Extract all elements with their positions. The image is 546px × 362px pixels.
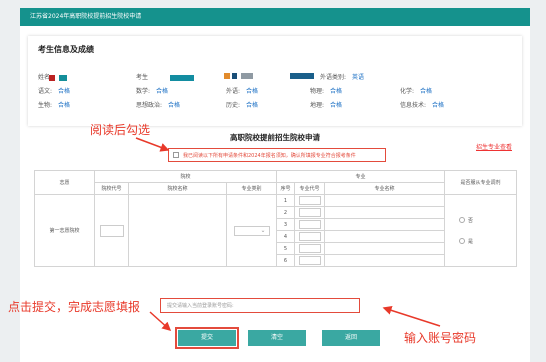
header-obey: 是否服从专业调剂 bbox=[444, 170, 517, 195]
obey-yes-radio[interactable] bbox=[459, 238, 465, 244]
score-chinese: 语文: 合格 bbox=[38, 88, 71, 95]
header-school-code: 院校代号 bbox=[94, 182, 129, 195]
table-subheader-row: 院校代号 院校名称 专业类别 序号 专业代号 专业名称 bbox=[35, 182, 517, 195]
application-form: 高职院校提前招生院校申请 招生专业查看 我已阅读以下所有申请条件和2024年报名… bbox=[34, 130, 517, 358]
redacted-field-2 bbox=[290, 72, 314, 79]
score-politics: 思想政治: 合格 bbox=[136, 102, 181, 109]
major-code-cell bbox=[294, 242, 325, 255]
major-code-cell bbox=[294, 218, 325, 231]
annotation-submit-hint: 点击提交，完成志愿填报 bbox=[8, 300, 141, 314]
redaction-mark bbox=[169, 74, 194, 81]
score-geography: 地理: 合格 bbox=[310, 102, 343, 109]
seq-cell: 1 bbox=[276, 194, 295, 207]
header-major-code: 专业代号 bbox=[294, 182, 325, 195]
school-code-input[interactable] bbox=[99, 224, 124, 237]
submit-button[interactable]: 提交 bbox=[175, 327, 239, 349]
major-code-cell bbox=[294, 194, 325, 207]
chevron-down-icon: ⌄ bbox=[260, 226, 266, 234]
major-code-input[interactable] bbox=[298, 196, 321, 205]
major-code-cell bbox=[294, 230, 325, 243]
header-major-name: 专业名称 bbox=[324, 182, 445, 195]
redaction-mark bbox=[231, 72, 237, 79]
student-info-card: 考生信息及成绩 姓名 考生 外语类别: 英语 语文: 合格 数学: 合格 外语:… bbox=[28, 36, 522, 126]
agreement-text: 我已阅读以下所有申请条件和2024年报名须知，确认所填报专业符合报考条件 bbox=[183, 153, 356, 159]
score-row-2: 生物: 合格 思想政治: 合格 历史: 合格 地理: 合格 信息技术: 合格 bbox=[38, 100, 512, 110]
major-name-cell bbox=[324, 206, 445, 219]
major-name-cell bbox=[324, 254, 445, 267]
score-math: 数学: 合格 bbox=[136, 88, 169, 95]
major-code-cell bbox=[294, 254, 325, 267]
school-name-cell bbox=[128, 194, 227, 267]
table-header-row: 志愿 院校 专业 是否服从专业调剂 bbox=[34, 170, 517, 195]
name-field: 姓名 bbox=[38, 72, 67, 81]
seq-cell: 3 bbox=[276, 218, 295, 231]
redaction-mark bbox=[58, 74, 67, 81]
redacted-field bbox=[224, 72, 253, 79]
category-select[interactable]: ⌄ bbox=[233, 225, 270, 236]
exam-number-field: 考生 bbox=[136, 72, 194, 81]
major-name-cell bbox=[324, 218, 445, 231]
seq-cell: 5 bbox=[276, 242, 295, 255]
major-name-cell bbox=[324, 230, 445, 243]
header-school: 院校 bbox=[94, 170, 277, 183]
major-code-input[interactable] bbox=[298, 208, 321, 217]
score-biology: 生物: 合格 bbox=[38, 102, 71, 109]
redaction-mark bbox=[48, 74, 55, 81]
info-section-title: 考生信息及成绩 bbox=[38, 45, 94, 54]
major-code-cell bbox=[294, 206, 325, 219]
volunteer-table: 志愿 院校 专业 是否服从专业调剂 院校代号 院校名称 专业类别 序号 专业代号… bbox=[34, 170, 517, 267]
major-code-input[interactable] bbox=[298, 232, 321, 241]
redaction-mark bbox=[224, 72, 230, 79]
header-major: 专业 bbox=[276, 170, 445, 183]
major-name-cell bbox=[324, 194, 445, 207]
header-order: 志愿 bbox=[34, 170, 95, 195]
agreement-checkbox[interactable] bbox=[173, 152, 179, 158]
category-cell: ⌄ bbox=[226, 194, 277, 267]
seq-cell: 4 bbox=[276, 230, 295, 243]
seq-cell: 2 bbox=[276, 206, 295, 219]
annotation-account-hint: 输入账号密码 bbox=[404, 331, 477, 345]
school-code-cell bbox=[94, 194, 129, 267]
clear-button[interactable]: 清空 bbox=[248, 330, 306, 346]
account-prompt: 提交请输入当前登录账号密码: bbox=[167, 303, 234, 309]
row-label: 第一志愿院校 bbox=[34, 194, 95, 267]
view-plan-link[interactable]: 招生专业查看 bbox=[476, 142, 512, 151]
annotation-read-check: 阅读后勾选 bbox=[90, 123, 151, 137]
score-history: 历史: 合格 bbox=[226, 102, 259, 109]
obey-cell: 否 是 bbox=[444, 194, 517, 267]
header-school-name: 院校名称 bbox=[128, 182, 227, 195]
major-code-input[interactable] bbox=[298, 220, 321, 229]
header-seq: 序号 bbox=[276, 182, 295, 195]
major-code-input[interactable] bbox=[298, 244, 321, 253]
major-code-input[interactable] bbox=[298, 256, 321, 265]
account-password-field[interactable]: 提交请输入当前登录账号密码: bbox=[160, 298, 360, 313]
score-chemistry: 化学: 合格 bbox=[400, 88, 433, 95]
score-it: 信息技术: 合格 bbox=[400, 102, 445, 109]
language-type-field: 外语类别: 英语 bbox=[320, 74, 365, 81]
score-foreign-language: 外语: 合格 bbox=[226, 88, 259, 95]
score-row-1: 语文: 合格 数学: 合格 外语: 合格 物理: 合格 化学: 合格 bbox=[38, 86, 512, 96]
table-row: 第一志愿院校 ⌄ 1 否 是 bbox=[34, 194, 517, 267]
redaction-mark bbox=[290, 72, 314, 79]
page-title: 江苏省2024年高职院校提前招生院校申请 bbox=[30, 13, 142, 20]
identity-row: 姓名 考生 外语类别: 英语 bbox=[38, 72, 512, 82]
back-button[interactable]: 返回 bbox=[322, 330, 380, 346]
agreement-notice: 我已阅读以下所有申请条件和2024年报名须知，确认所填报专业符合报考条件 bbox=[168, 148, 386, 162]
header-category: 专业类别 bbox=[226, 182, 277, 195]
window-title-bar: 江苏省2024年高职院校提前招生院校申请 bbox=[20, 8, 530, 26]
obey-no-radio[interactable] bbox=[459, 217, 465, 223]
score-physics: 物理: 合格 bbox=[310, 88, 343, 95]
seq-cell: 6 bbox=[276, 254, 295, 267]
major-name-cell bbox=[324, 242, 445, 255]
redaction-mark bbox=[240, 72, 253, 79]
